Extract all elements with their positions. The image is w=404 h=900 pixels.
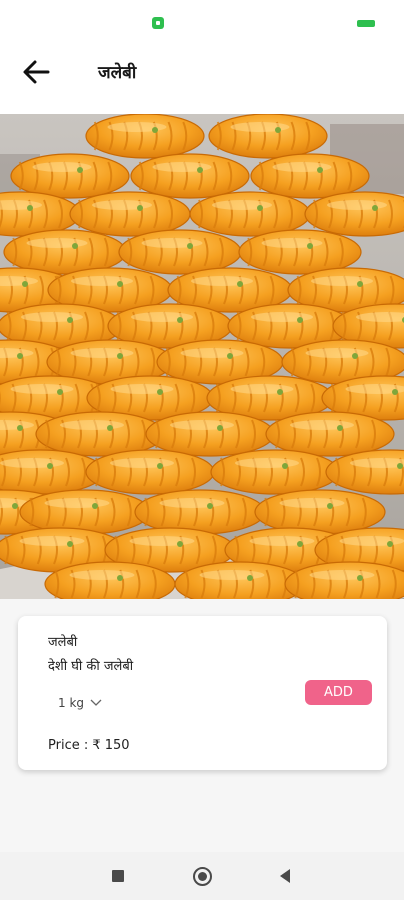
quantity-value: 1 kg [58,696,85,710]
jalebi-piece [265,411,395,457]
quantity-dropdown[interactable]: 1 kg [58,696,102,710]
jalebi-piece [210,449,340,495]
jalebi-piece [208,114,328,159]
jalebi-piece [189,191,311,237]
price-label: Price : ₹ 150 [48,738,130,753]
app-bar: जलेबी [0,44,404,114]
notification-icon [152,17,164,29]
jalebi-piece [130,153,250,199]
jalebi-piece [3,229,127,275]
add-button[interactable]: ADD [305,680,372,705]
product-description: देशी घी की जलेबी [48,659,134,674]
jalebi-piece [69,191,191,237]
jalebi-piece [238,229,362,275]
chevron-down-icon [90,699,102,706]
jalebi-piece [134,489,266,535]
product-image [0,114,404,599]
jalebi-piece [35,411,165,457]
circle-icon[interactable] [193,867,212,886]
screen: जलेबी जलेबी देशी घी की जलेबी 1 kg ADD Pr… [0,0,404,900]
jalebi-piece [19,489,151,535]
product-card: जलेबी देशी घी की जलेबी 1 kg ADD Price : … [18,616,387,770]
triangle-left-icon[interactable] [278,868,292,884]
jalebi-piece [85,449,215,495]
status-bar [0,0,404,44]
arrow-left-icon[interactable] [20,58,52,86]
battery-icon [357,20,375,27]
jalebi-piece [250,153,370,199]
product-name: जलेबी [48,635,78,650]
page-title: जलेबी [98,63,137,83]
jalebi-piece [85,114,205,159]
jalebi-piece [10,153,130,199]
jalebi-piece [254,489,386,535]
jalebi-piece [145,411,275,457]
square-icon[interactable] [112,870,124,882]
jalebi-piece [118,229,242,275]
navigation-bar [0,852,404,900]
